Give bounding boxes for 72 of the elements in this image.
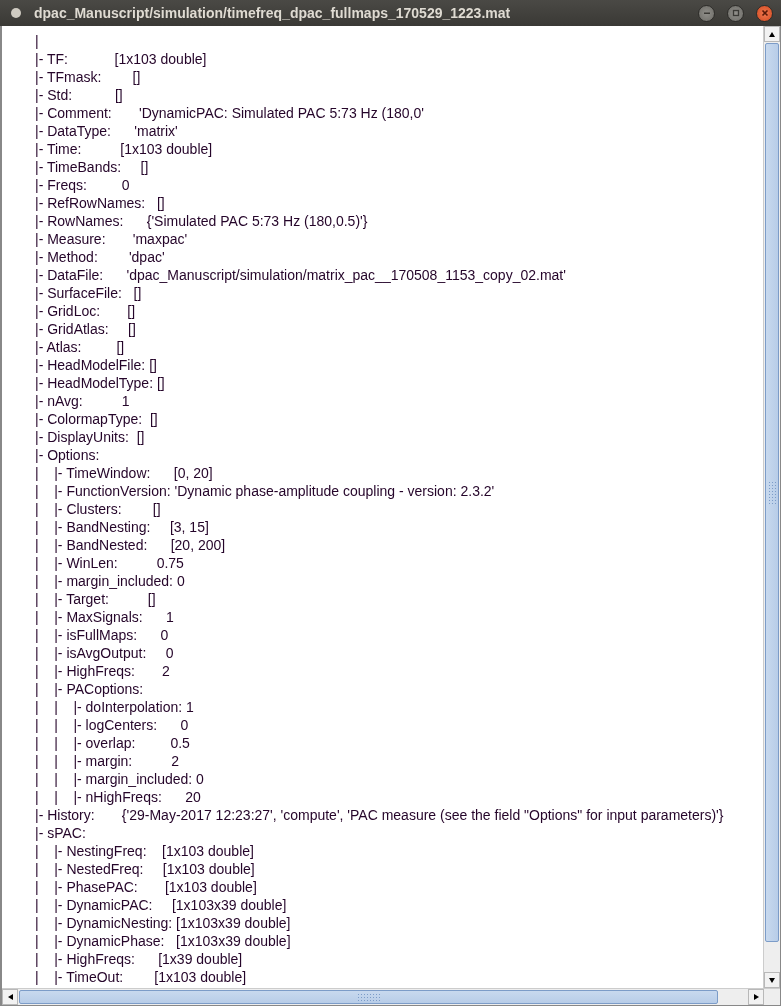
left-arrow-icon [6,993,14,1001]
text-line: |- RowNames: {'Simulated PAC 5:73 Hz (180,0.5)'} [35,212,369,230]
scroll-right-button[interactable] [748,989,764,1005]
scroll-down-button[interactable] [764,972,780,988]
text-line: | |- PhasePAC: [1x103 double] [35,878,258,896]
text-line: | |- isFullMaps: 0 [35,626,170,644]
text-line: |- DisplayUnits: [] [35,428,146,446]
text-line: | [35,32,40,50]
text-line: | | |- logCenters: 0 [35,716,190,734]
window-title: dpac_Manuscript/simulation/timefreq_dpac_fullmaps_170529_1223.mat [34,5,512,21]
text-line: |- Measure: 'maxpac' [35,230,189,248]
text-line: | |- DynamicPhase: [1x103x39 double] [35,932,292,950]
scroll-left-button[interactable] [2,989,18,1005]
text-line: | |- Clusters: [] [35,500,162,518]
text-line: | | |- margin_included: 0 [35,770,205,788]
text-line: |- Std: [] [35,86,124,104]
text-line: |- DataType: 'matrix' [35,122,179,140]
text-line: | |- TimeOut: [1x103 double] [35,968,248,986]
app-icon [10,7,22,19]
text-line: | |- margin_included: 0 [35,572,186,590]
text-line: | |- FunctionVersion: 'Dynamic phase-amplitude coupling - version: 2.3.2' [35,482,496,500]
vertical-scrollbar[interactable] [763,26,780,988]
text-line: |- Options: [35,446,101,464]
text-line: |- GridAtlas: [] [35,320,137,338]
maximize-icon [731,9,740,17]
text-line: | | |- nHighFreqs: 20 [35,788,202,806]
text-line: | |- MaxSignals: 1 [35,608,175,626]
text-line: |- Atlas: [] [35,338,126,356]
text-line: |- ColormapType: [] [35,410,159,428]
text-line: | |- DynamicNesting: [1x103x39 double] [35,914,292,932]
text-line: | |- BandNesting: [3, 15] [35,518,210,536]
text-line: |- Freqs: 0 [35,176,131,194]
text-line: |- GridLoc: [] [35,302,137,320]
text-line: | |- BandNested: [20, 200] [35,536,227,554]
text-line: |- Time: [1x103 double] [35,140,214,158]
text-line: |- RefRowNames: [] [35,194,166,212]
text-line: | |- PACoptions: [35,680,145,698]
text-line: |- TimeBands: [] [35,158,150,176]
text-line: | |- TimeWindow: [0, 20] [35,464,214,482]
text-line: | | |- overlap: 0.5 [35,734,191,752]
text-line: |- DataFile: 'dpac_Manuscript/simulation/matrix_pac__170508_1153_copy_02.mat' [35,266,567,284]
close-icon [760,9,769,17]
text-line: |- SurfaceFile: [] [35,284,143,302]
text-line: |- nAvg: 1 [35,392,131,410]
text-line: | |- NestingFreq: [1x103 double] [35,842,255,860]
text-line: |- TF: [1x103 double] [35,50,208,68]
text-line: | | |- margin: 2 [35,752,180,770]
text-line: | |- HighFreqs: 2 [35,662,171,680]
text-line: |- History: {'29-May-2017 12:23:27', 'compute', 'PAC measure (see the field "Options" for input parameters)'} [35,806,725,824]
text-line: | |- HighFreqs: [1x39 double] [35,950,244,968]
text-line: |- TFmask: [] [35,68,142,86]
text-line: | |- DynamicPAC: [1x103x39 double] [35,896,288,914]
text-line: | |- Target: [] [35,590,157,608]
scroll-up-button[interactable] [764,26,780,42]
scrollbar-thumb[interactable] [765,43,779,942]
text-line: | |- isAvgOutput: 0 [35,644,175,662]
up-arrow-icon [768,30,776,38]
minimize-button[interactable] [698,4,715,22]
text-line: |- HeadModelFile: [] [35,356,158,374]
text-line: |- Method: 'dpac' [35,248,166,266]
text-line: | | |- doInterpolation: 1 [35,698,195,716]
text-line: |- HeadModelType: [] [35,374,166,392]
down-arrow-icon [768,976,776,984]
horizontal-scrollbar[interactable] [2,988,780,1005]
text-line: |- sPAC: [35,824,87,842]
text-line: | |- WinLen: 0.75 [35,554,185,572]
text-line: |- Comment: 'DynamicPAC: Simulated PAC 5:73 Hz (180,0' [35,104,425,122]
scrollbar-thumb[interactable] [19,990,718,1004]
right-arrow-icon [752,993,760,1001]
maximize-button[interactable] [727,4,744,22]
close-button[interactable] [756,4,773,22]
text-line: | |- NestedFreq: [1x103 double] [35,860,256,878]
